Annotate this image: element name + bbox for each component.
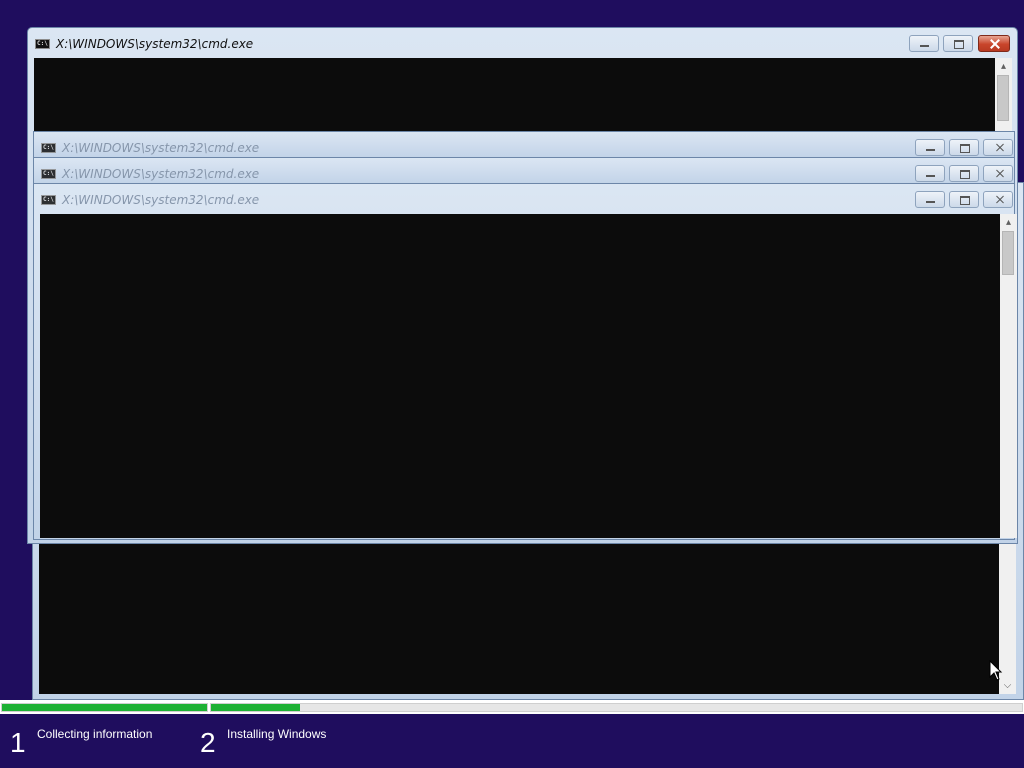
scrollbar-thumb[interactable] xyxy=(997,75,1009,121)
close-button[interactable] xyxy=(983,191,1013,208)
cmd-window-stacked-2[interactable]: C:\ X:\WINDOWS\system32\cmd.exe xyxy=(33,157,1015,185)
progress-step-1 xyxy=(1,703,208,712)
maximize-icon xyxy=(950,140,978,155)
scroll-up-arrow-icon[interactable]: ▴ xyxy=(1000,214,1017,231)
minimize-button[interactable] xyxy=(915,139,945,156)
window-titlebar[interactable]: C:\ X:\WINDOWS\system32\cmd.exe xyxy=(34,132,1014,160)
window-title: X:\WINDOWS\system32\cmd.exe xyxy=(62,167,260,181)
maximize-button[interactable] xyxy=(943,35,973,52)
minimize-icon xyxy=(916,166,944,181)
close-icon xyxy=(979,36,1009,51)
close-icon xyxy=(984,192,1012,207)
minimize-icon xyxy=(910,36,938,51)
minimize-icon xyxy=(916,192,944,207)
console-icon: C:\ xyxy=(41,169,56,179)
minimize-icon xyxy=(916,140,944,155)
window-title: X:\WINDOWS\system32\cmd.exe xyxy=(62,141,260,155)
window-title: X:\WINDOWS\system32\cmd.exe xyxy=(56,37,254,51)
minimize-button[interactable] xyxy=(915,191,945,208)
maximize-icon xyxy=(950,192,978,207)
step-number: 2 xyxy=(200,727,216,758)
maximize-icon xyxy=(944,36,972,51)
cmd-window-stacked-1[interactable]: C:\ X:\WINDOWS\system32\cmd.exe xyxy=(33,131,1015,159)
window-titlebar[interactable]: C:\ X:\WINDOWS\system32\cmd.exe xyxy=(28,28,1017,56)
console-icon: C:\ xyxy=(41,143,56,153)
step-label: Installing Windows xyxy=(227,727,327,741)
scroll-up-arrow-icon[interactable]: ▴ xyxy=(995,58,1012,75)
scrollbar-thumb[interactable] xyxy=(1002,231,1014,275)
setup-step-collecting: 1 Collecting information xyxy=(10,722,180,762)
progress-fill xyxy=(2,704,207,711)
step-number: 1 xyxy=(10,727,26,758)
close-button[interactable] xyxy=(978,35,1010,52)
progress-step-2 xyxy=(210,703,1023,712)
close-icon xyxy=(984,166,1012,181)
mouse-pointer-icon xyxy=(989,660,1003,681)
window-titlebar[interactable]: C:\ X:\WINDOWS\system32\cmd.exe xyxy=(34,184,1014,212)
maximize-button[interactable] xyxy=(949,165,979,182)
maximize-button[interactable] xyxy=(949,191,979,208)
close-button[interactable] xyxy=(983,165,1013,182)
setup-step-installing: 2 Installing Windows xyxy=(200,722,370,762)
console-icon: C:\ xyxy=(35,39,50,49)
minimize-button[interactable] xyxy=(915,165,945,182)
progress-fill xyxy=(211,704,301,711)
window-titlebar[interactable]: C:\ X:\WINDOWS\system32\cmd.exe xyxy=(34,158,1014,186)
console-area[interactable] xyxy=(40,214,1000,538)
step-label: Collecting information xyxy=(37,727,153,741)
console-area[interactable] xyxy=(34,58,995,132)
maximize-icon xyxy=(950,166,978,181)
window-title: X:\WINDOWS\system32\cmd.exe xyxy=(62,193,260,207)
setup-progress-bar xyxy=(0,700,1024,714)
cmd-window-front[interactable]: C:\ X:\WINDOWS\system32\cmd.exe ▴ xyxy=(33,183,1017,540)
vertical-scrollbar[interactable]: ▴ xyxy=(1000,214,1017,538)
console-icon: C:\ xyxy=(41,195,56,205)
close-icon xyxy=(984,140,1012,155)
vertical-scrollbar[interactable]: ▴ xyxy=(995,58,1012,132)
minimize-button[interactable] xyxy=(909,35,939,52)
maximize-button[interactable] xyxy=(949,139,979,156)
close-button[interactable] xyxy=(983,139,1013,156)
